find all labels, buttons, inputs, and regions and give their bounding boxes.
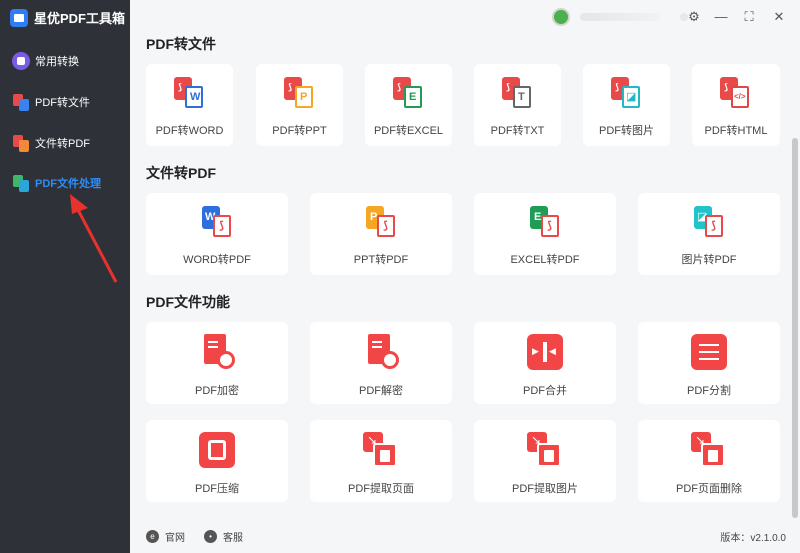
maximize-button[interactable]: ⛶ bbox=[741, 9, 757, 25]
card-label: 图片转PDF bbox=[681, 254, 737, 266]
pdf-to-txt-icon: ⟆ T bbox=[502, 77, 532, 109]
sidebar-item-label: 文件转PDF bbox=[35, 138, 90, 150]
card-pdf-to-ppt[interactable]: ⟆ P PDF转PPT bbox=[256, 64, 343, 146]
excel-to-pdf-icon: E ⟆ bbox=[530, 206, 560, 238]
annotation-arrow bbox=[70, 194, 118, 283]
pdf-to-image-icon: ⟆ ◪ bbox=[611, 77, 641, 109]
pdf-processing-icon bbox=[12, 174, 30, 192]
sidebar-item-label: PDF文件处理 bbox=[35, 178, 101, 190]
card-label: PDF转PPT bbox=[272, 125, 327, 137]
card-label: PDF转EXCEL bbox=[373, 125, 444, 137]
card-pdf-to-txt[interactable]: ⟆ T PDF转TXT bbox=[474, 64, 561, 146]
card-pdf-delete-pages[interactable]: PDF页面删除 bbox=[638, 420, 780, 502]
pdf-to-word-icon: ⟆ W bbox=[174, 77, 204, 109]
card-label: PDF解密 bbox=[359, 385, 403, 397]
sidebar-item-label: PDF转文件 bbox=[35, 97, 90, 109]
avatar bbox=[552, 8, 570, 26]
sidebar-item-label: 常用转换 bbox=[35, 56, 79, 68]
minimize-button[interactable]: — bbox=[713, 9, 729, 25]
close-button[interactable]: ✕ bbox=[771, 9, 787, 25]
user-account[interactable] bbox=[552, 8, 688, 26]
card-label: PDF合并 bbox=[523, 385, 567, 397]
website-label: 官网 bbox=[165, 533, 185, 544]
card-pdf-to-excel[interactable]: ⟆ E PDF转EXCEL bbox=[365, 64, 452, 146]
section-title-pdf-functions: PDF文件功能 bbox=[146, 294, 230, 310]
card-pdf-decrypt[interactable]: PDF解密 bbox=[310, 322, 452, 404]
pdf-to-ppt-icon: ⟆ P bbox=[284, 77, 314, 109]
pdf-extract-images-icon bbox=[527, 432, 563, 468]
card-pdf-to-word[interactable]: ⟆ W PDF转WORD bbox=[146, 64, 233, 146]
version-label: 版本：v2.1.0.0 bbox=[720, 533, 786, 544]
card-pdf-extract-pages[interactable]: PDF提取页面 bbox=[310, 420, 452, 502]
card-pdf-to-html[interactable]: ⟆ </> PDF转HTML bbox=[692, 64, 780, 146]
pdf-split-icon bbox=[691, 334, 727, 370]
file-to-pdf-icon bbox=[12, 134, 30, 152]
ppt-to-pdf-icon: P ⟆ bbox=[366, 206, 396, 238]
card-pdf-encrypt[interactable]: PDF加密 bbox=[146, 322, 288, 404]
card-pdf-compress[interactable]: PDF压缩 bbox=[146, 420, 288, 502]
common-convert-icon bbox=[12, 52, 30, 70]
card-label: PDF分割 bbox=[687, 385, 731, 397]
sidebar-item-pdf-to-file[interactable]: PDF转文件 bbox=[12, 93, 90, 111]
pdf-merge-icon bbox=[527, 334, 563, 370]
pdf-delete-pages-icon bbox=[691, 432, 727, 468]
section-title-pdf-to-file: PDF转文件 bbox=[146, 36, 216, 52]
card-pdf-to-image[interactable]: ⟆ ◪ PDF转图片 bbox=[583, 64, 670, 146]
card-image-to-pdf[interactable]: ◪ ⟆ 图片转PDF bbox=[638, 193, 780, 275]
website-link[interactable]: e 官网 bbox=[146, 529, 185, 544]
sidebar-item-common-convert[interactable]: 常用转换 bbox=[12, 52, 79, 70]
card-label: PDF转TXT bbox=[490, 125, 545, 137]
user-name-redacted bbox=[580, 13, 660, 21]
card-label: PDF压缩 bbox=[195, 483, 239, 495]
card-pdf-merge[interactable]: PDF合并 bbox=[474, 322, 616, 404]
pdf-to-html-icon: ⟆ </> bbox=[720, 77, 750, 109]
card-excel-to-pdf[interactable]: E ⟆ EXCEL转PDF bbox=[474, 193, 616, 275]
card-word-to-pdf[interactable]: W ⟆ WORD转PDF bbox=[146, 193, 288, 275]
pdf-extract-pages-icon bbox=[363, 432, 399, 468]
sidebar-item-file-to-pdf[interactable]: 文件转PDF bbox=[12, 134, 90, 152]
support-link[interactable]: • 客服 bbox=[204, 529, 243, 544]
support-label: 客服 bbox=[223, 533, 243, 544]
card-pdf-extract-images[interactable]: PDF提取图片 bbox=[474, 420, 616, 502]
globe-icon: e bbox=[146, 530, 159, 543]
card-label: PDF页面删除 bbox=[676, 483, 742, 495]
chat-icon: • bbox=[204, 530, 217, 543]
scrollbar[interactable] bbox=[792, 138, 798, 518]
pdf-to-file-icon bbox=[12, 93, 30, 111]
pdf-to-excel-icon: ⟆ E bbox=[393, 77, 423, 109]
card-label: WORD转PDF bbox=[183, 254, 251, 266]
card-label: EXCEL转PDF bbox=[510, 254, 580, 266]
app-title: 星优PDF工具箱 bbox=[34, 11, 126, 26]
app-logo: 星优PDF工具箱 bbox=[10, 8, 125, 27]
card-pdf-split[interactable]: PDF分割 bbox=[638, 322, 780, 404]
card-label: PDF加密 bbox=[195, 385, 239, 397]
card-label: PPT转PDF bbox=[353, 254, 409, 266]
card-label: PDF提取页面 bbox=[348, 483, 414, 495]
card-label: PDF转图片 bbox=[599, 125, 654, 137]
word-to-pdf-icon: W ⟆ bbox=[202, 206, 232, 238]
app-logo-icon bbox=[10, 8, 28, 27]
settings-sliders-icon[interactable]: ⚙ bbox=[686, 9, 702, 25]
card-label: PDF提取图片 bbox=[512, 483, 578, 495]
sidebar-item-pdf-processing[interactable]: PDF文件处理 bbox=[12, 174, 101, 192]
card-ppt-to-pdf[interactable]: P ⟆ PPT转PDF bbox=[310, 193, 452, 275]
section-title-file-to-pdf: 文件转PDF bbox=[146, 165, 216, 181]
image-to-pdf-icon: ◪ ⟆ bbox=[694, 206, 724, 238]
card-label: PDF转HTML bbox=[704, 125, 768, 137]
card-label: PDF转WORD bbox=[155, 125, 224, 137]
pdf-encrypt-icon bbox=[199, 334, 235, 370]
pdf-decrypt-icon bbox=[363, 334, 399, 370]
pdf-compress-icon bbox=[199, 432, 235, 468]
